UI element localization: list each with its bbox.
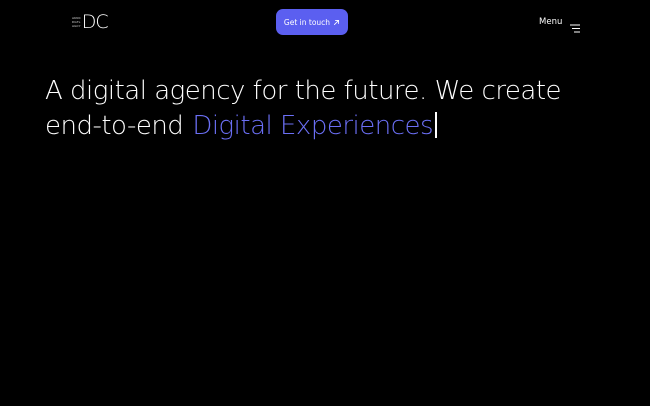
typing-caret — [435, 112, 437, 138]
menu-button[interactable]: Menu — [539, 14, 581, 32]
logo-mark: DC — [81, 11, 109, 33]
get-in-touch-button[interactable]: Get in touch — [276, 9, 348, 35]
get-in-touch-label: Get in touch — [283, 17, 331, 27]
menu-label: Menu — [539, 17, 563, 27]
logo-small-line: AGCY — [72, 24, 81, 28]
hero-heading: A digital agency for the future. We crea… — [45, 74, 635, 144]
hero-line-2: end-to-end Digital Experiences — [45, 109, 635, 144]
arrow-up-right-icon — [333, 19, 340, 26]
hero-highlight-text: Digital Experiences — [192, 111, 434, 141]
hero-line-1: A digital agency for the future. We crea… — [45, 76, 562, 106]
logo-small-text: AKNC DGTL AGCY — [72, 16, 81, 28]
logo[interactable]: AKNC DGTL AGCY DC — [72, 11, 109, 33]
site-header: AKNC DGTL AGCY DC Get in touch Menu — [0, 0, 650, 44]
menu-lines-icon — [570, 18, 581, 32]
hero-line-2-prefix: end-to-end — [45, 111, 184, 141]
